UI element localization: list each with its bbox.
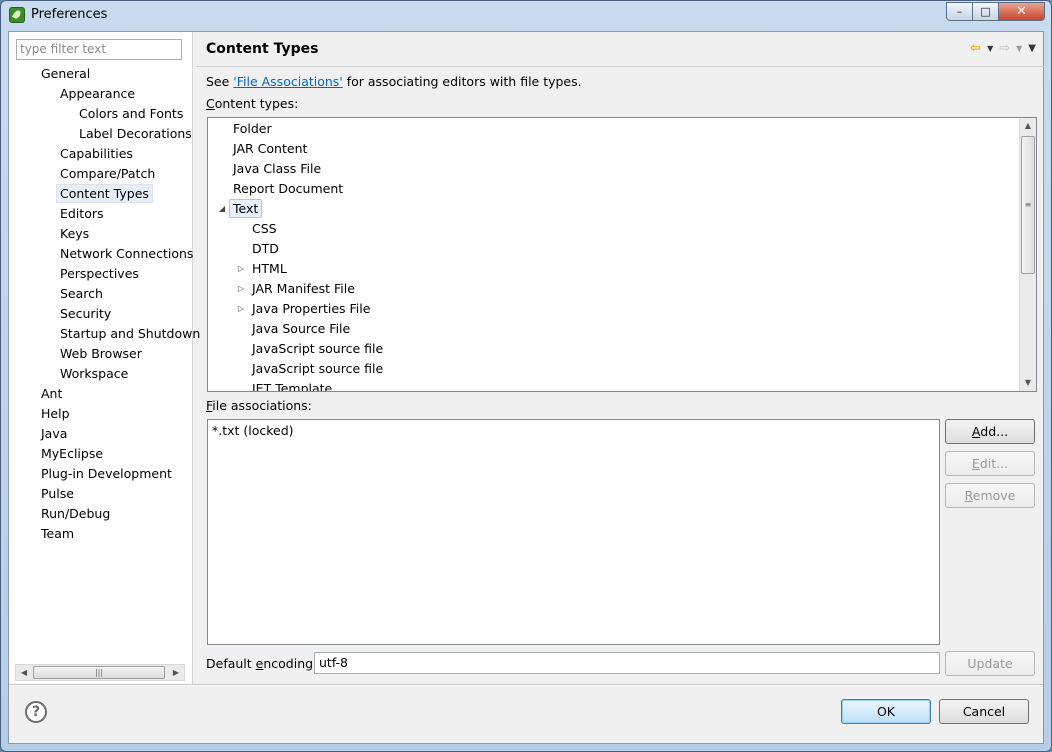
tree-item[interactable]: JET Template (252, 379, 332, 391)
sidebar-item-label-decorations[interactable]: Label Decorations (79, 124, 192, 143)
dialog-client-area: type filter text General Appearance Colors… (8, 31, 1044, 744)
help-icon[interactable]: ? (25, 701, 47, 723)
eclipse-app-icon (9, 7, 25, 23)
scroll-up-icon[interactable]: ▲ (1020, 118, 1036, 134)
tree-item[interactable]: JAR Manifest File (252, 279, 355, 298)
minimize-button[interactable]: – (946, 2, 973, 21)
window-controls: – □ ✕ (946, 2, 1045, 21)
file-associations-label: File associations: (206, 398, 312, 413)
collapsed-twisty-icon[interactable]: ▷ (236, 259, 246, 278)
scroll-right-icon[interactable]: ▶ (168, 665, 184, 680)
maximize-button[interactable]: □ (973, 2, 999, 21)
collapsed-twisty-icon[interactable]: ▷ (236, 299, 246, 318)
expanded-twisty-icon[interactable]: ◢ (217, 199, 227, 218)
preferences-window: Preferences – □ ✕ type filter text Gener… (0, 0, 1052, 752)
tree-item[interactable]: DTD (252, 239, 279, 258)
sidebar-item-general[interactable]: General (41, 64, 90, 83)
cancel-button[interactable]: Cancel (939, 699, 1029, 724)
page-header: Content Types ⇦ ▼ ⇨ ▼ ▼ (196, 32, 1044, 67)
edit-button[interactable]: Edit... (945, 451, 1035, 476)
view-menu-icon[interactable]: ▼ (1028, 43, 1036, 54)
sidebar-item-workspace[interactable]: Workspace (60, 364, 128, 383)
file-associations-link[interactable]: 'File Associations' (233, 74, 342, 89)
sidebar-item-security[interactable]: Security (60, 304, 111, 323)
sidebar-item-editors[interactable]: Editors (60, 204, 104, 223)
default-encoding-input[interactable]: utf-8 (314, 652, 940, 674)
tree-item[interactable]: Java Source File (252, 319, 350, 338)
window-title: Preferences (31, 7, 108, 22)
sidebar-item-content-types[interactable]: Content Types (56, 184, 153, 203)
scroll-thumb[interactable]: ||| (33, 666, 165, 679)
history-nav: ⇦ ▼ ⇨ ▼ ▼ (970, 41, 1036, 56)
back-dropdown-icon[interactable]: ▼ (987, 44, 993, 53)
page-title: Content Types (206, 41, 319, 57)
sidebar-item-myeclipse[interactable]: MyEclipse (41, 444, 103, 463)
tree-item[interactable]: Folder (233, 119, 272, 138)
sidebar-item-startup-and-shutdown[interactable]: Startup and Shutdown (60, 324, 200, 343)
sidebar-item-team[interactable]: Team (41, 524, 74, 543)
sidebar-item-run-debug[interactable]: Run/Debug (41, 504, 110, 523)
hint-prefix: See (206, 74, 234, 89)
content-types-label: Content types: (206, 96, 299, 111)
content-types-tree[interactable]: Folder JAR Content Java Class File Report D… (207, 117, 1037, 392)
preference-nav-pane: type filter text General Appearance Colors… (9, 32, 200, 684)
tree-item[interactable]: HTML (252, 259, 287, 278)
sidebar-item-compare-patch[interactable]: Compare/Patch (60, 164, 155, 183)
scroll-down-icon[interactable]: ▼ (1020, 375, 1036, 391)
sidebar-item-capabilities[interactable]: Capabilities (60, 144, 133, 163)
sidebar-item-java[interactable]: Java (41, 424, 67, 443)
tree-item[interactable]: Text (229, 199, 263, 218)
file-associations-list[interactable]: *.txt (locked) (207, 419, 940, 645)
tree-item[interactable]: JavaScript source file (252, 339, 383, 358)
sidebar-item-web-browser[interactable]: Web Browser (60, 344, 142, 363)
remove-button[interactable]: Remove (945, 483, 1035, 508)
tree-item[interactable]: JavaScript source file (252, 359, 383, 378)
title-bar[interactable]: Preferences – □ ✕ (1, 1, 1051, 31)
tree-item[interactable]: Java Properties File (252, 299, 370, 318)
tree-item[interactable]: CSS (252, 219, 277, 238)
nav-horizontal-scrollbar[interactable]: ◀ ||| ▶ (15, 664, 185, 681)
sidebar-item-colors-and-fonts[interactable]: Colors and Fonts (79, 104, 183, 123)
forward-dropdown-icon[interactable]: ▼ (1016, 44, 1022, 53)
sidebar-item-pulse[interactable]: Pulse (41, 484, 74, 503)
add-button[interactable]: Add... (945, 419, 1035, 444)
update-button[interactable]: Update (945, 651, 1035, 676)
tree-item[interactable]: Report Document (233, 179, 343, 198)
sidebar-item-appearance[interactable]: Appearance (60, 84, 135, 103)
sidebar-item-keys[interactable]: Keys (60, 224, 89, 243)
ok-button[interactable]: OK (841, 699, 931, 724)
content-types-vertical-scrollbar[interactable]: ▲ ≡ ▼ (1019, 118, 1036, 391)
sidebar-item-plug-in-development[interactable]: Plug-in Development (41, 464, 172, 483)
filter-input[interactable]: type filter text (16, 39, 182, 60)
list-item[interactable]: *.txt (locked) (212, 423, 294, 438)
hint-suffix: for associating editors with file types. (342, 74, 582, 89)
sidebar-item-network-connections[interactable]: Network Connections (60, 244, 193, 263)
sidebar-item-ant[interactable]: Ant (41, 384, 62, 403)
forward-arrow-icon[interactable]: ⇨ (999, 41, 1010, 56)
close-button[interactable]: ✕ (999, 2, 1045, 21)
tree-item[interactable]: Java Class File (233, 159, 321, 178)
back-arrow-icon[interactable]: ⇦ (970, 41, 981, 56)
scroll-left-icon[interactable]: ◀ (16, 665, 32, 680)
footer-divider (9, 684, 1043, 686)
file-associations-hint: See 'File Associations' for associating … (206, 74, 582, 89)
tree-item[interactable]: JAR Content (233, 139, 307, 158)
default-encoding-label: Default encoding: (206, 656, 318, 671)
collapsed-twisty-icon[interactable]: ▷ (236, 279, 246, 298)
sidebar-item-search[interactable]: Search (60, 284, 103, 303)
scroll-thumb[interactable]: ≡ (1021, 136, 1035, 274)
sidebar-item-perspectives[interactable]: Perspectives (60, 264, 139, 283)
sidebar-item-help[interactable]: Help (41, 404, 70, 423)
